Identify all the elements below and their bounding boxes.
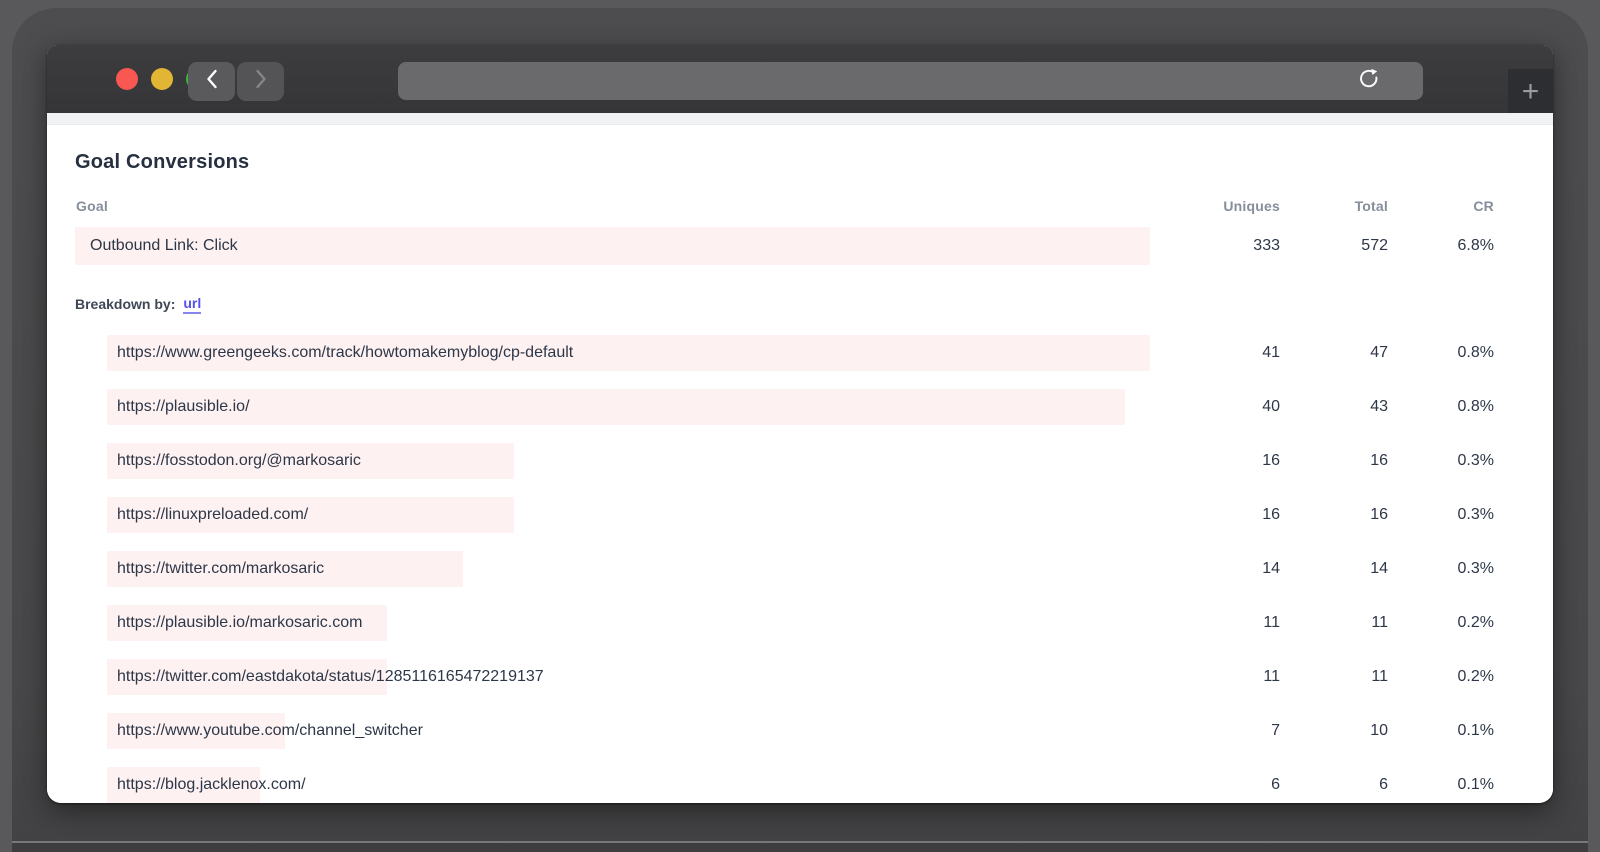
chevron-left-icon [204,68,220,95]
row-label: https://plausible.io/ [117,398,250,416]
row-values: 16 16 0.3% [1150,452,1494,470]
row-cr-value: 0.3% [1388,452,1494,470]
forward-button[interactable] [237,62,284,101]
conversion-bar[interactable]: https://linuxpreloaded.com/ [107,497,1150,533]
row-cr-value: 0.8% [1388,398,1494,416]
row-cr-value: 0.1% [1388,722,1494,740]
row-label: https://blog.jacklenox.com/ [117,776,306,794]
row-uniques-value: 7 [1150,722,1280,740]
row-values: 14 14 0.3% [1150,560,1494,578]
row-values: 16 16 0.3% [1150,506,1494,524]
row-cr-value: 0.2% [1388,614,1494,632]
column-header-uniques: Uniques [1150,198,1280,214]
panel-title: Goal Conversions [75,149,1494,175]
plus-icon: + [1522,77,1540,107]
chevron-right-icon [253,68,269,95]
row-total-value: 16 [1280,452,1388,470]
row-total-value: 11 [1280,668,1388,686]
conversion-bar[interactable]: https://blog.jacklenox.com/ [107,767,1150,803]
column-header-cr: CR [1388,198,1494,214]
table-row: https://www.greengeeks.com/track/howtoma… [107,335,1494,371]
browser-toolbar: + [47,45,1553,113]
new-tab-button[interactable]: + [1508,69,1553,115]
conversion-bar[interactable]: https://www.greengeeks.com/track/howtoma… [107,335,1150,371]
row-label: https://www.greengeeks.com/track/howtoma… [117,344,573,362]
table-row: https://twitter.com/markosaric 14 14 0.3… [107,551,1494,587]
table-row: https://fosstodon.org/@markosaric 16 16 … [107,443,1494,479]
conversion-bar[interactable]: https://plausible.io/ [107,389,1150,425]
row-values: 11 11 0.2% [1150,614,1494,632]
row-values: 40 43 0.8% [1150,398,1494,416]
page-top-strip [47,113,1553,125]
row-total-value: 10 [1280,722,1388,740]
row-total-value: 6 [1280,776,1388,794]
row-label: https://twitter.com/markosaric [117,560,324,578]
table-row: https://twitter.com/eastdakota/status/12… [107,659,1494,695]
table-row: https://plausible.io/markosaric.com 11 1… [107,605,1494,641]
row-values: 6 6 0.1% [1150,776,1494,794]
table-header-row: Goal Uniques Total CR [75,197,1494,215]
row-total-value: 572 [1280,237,1388,255]
row-label: https://fosstodon.org/@markosaric [117,452,361,470]
column-header-goal: Goal [75,198,1150,214]
row-values: 7 10 0.1% [1150,722,1494,740]
breakdown-control: Breakdown by: url [75,293,1494,315]
reload-button[interactable] [1355,67,1383,95]
row-values: 41 47 0.8% [1150,344,1494,362]
table-row: Outbound Link: Click 333 572 6.8% [75,227,1494,265]
breakdown-label: Breakdown by: [75,296,175,312]
table-row: https://plausible.io/ 40 43 0.8% [107,389,1494,425]
table-row: https://www.youtube.com/channel_switcher… [107,713,1494,749]
back-button[interactable] [188,62,235,101]
conversion-bar-fill [107,389,1125,425]
conversion-bar[interactable]: https://www.youtube.com/channel_switcher [107,713,1150,749]
goal-conversions-panel: Goal Conversions Goal Uniques Total CR O… [47,149,1553,803]
row-label: Outbound Link: Click [90,237,238,255]
row-cr-value: 6.8% [1388,237,1494,255]
row-cr-value: 0.8% [1388,344,1494,362]
breakdown-by-url-link[interactable]: url [183,295,201,314]
row-cr-value: 0.1% [1388,776,1494,794]
conversion-bar[interactable]: https://fosstodon.org/@markosaric [107,443,1150,479]
row-cr-value: 0.3% [1388,506,1494,524]
row-values: 11 11 0.2% [1150,668,1494,686]
row-total-value: 47 [1280,344,1388,362]
address-bar-input[interactable] [398,62,1423,100]
row-uniques-value: 41 [1150,344,1280,362]
row-cr-value: 0.2% [1388,668,1494,686]
table-row: https://linuxpreloaded.com/ 16 16 0.3% [107,497,1494,533]
conversion-bar[interactable]: Outbound Link: Click [75,227,1150,265]
minimize-window-button[interactable] [151,68,173,90]
row-label: https://linuxpreloaded.com/ [117,506,308,524]
browser-window: + Goal Conversions Goal Uniques Total CR… [47,45,1553,803]
row-label: https://plausible.io/markosaric.com [117,614,362,632]
row-uniques-value: 6 [1150,776,1280,794]
conversion-bar[interactable]: https://twitter.com/markosaric [107,551,1150,587]
column-header-total: Total [1280,198,1388,214]
conversion-bar[interactable]: https://plausible.io/markosaric.com [107,605,1150,641]
row-total-value: 43 [1280,398,1388,416]
reload-icon [1356,66,1382,97]
row-values: 333 572 6.8% [1150,237,1494,255]
row-uniques-value: 333 [1150,237,1280,255]
row-uniques-value: 40 [1150,398,1280,416]
conversion-bar[interactable]: https://twitter.com/eastdakota/status/12… [107,659,1150,695]
row-uniques-value: 14 [1150,560,1280,578]
goal-rows: Outbound Link: Click 333 572 6.8% [75,227,1494,265]
row-total-value: 14 [1280,560,1388,578]
row-label: https://www.youtube.com/channel_switcher [117,722,423,740]
row-total-value: 11 [1280,614,1388,632]
url-breakdown-rows: https://www.greengeeks.com/track/howtoma… [75,335,1494,803]
row-uniques-value: 11 [1150,668,1280,686]
row-cr-value: 0.3% [1388,560,1494,578]
row-total-value: 16 [1280,506,1388,524]
row-uniques-value: 16 [1150,452,1280,470]
row-uniques-value: 16 [1150,506,1280,524]
row-uniques-value: 11 [1150,614,1280,632]
table-row: https://blog.jacklenox.com/ 6 6 0.1% [107,767,1494,803]
close-window-button[interactable] [116,68,138,90]
row-label: https://twitter.com/eastdakota/status/12… [117,668,544,686]
page-content: Goal Conversions Goal Uniques Total CR O… [47,113,1553,803]
